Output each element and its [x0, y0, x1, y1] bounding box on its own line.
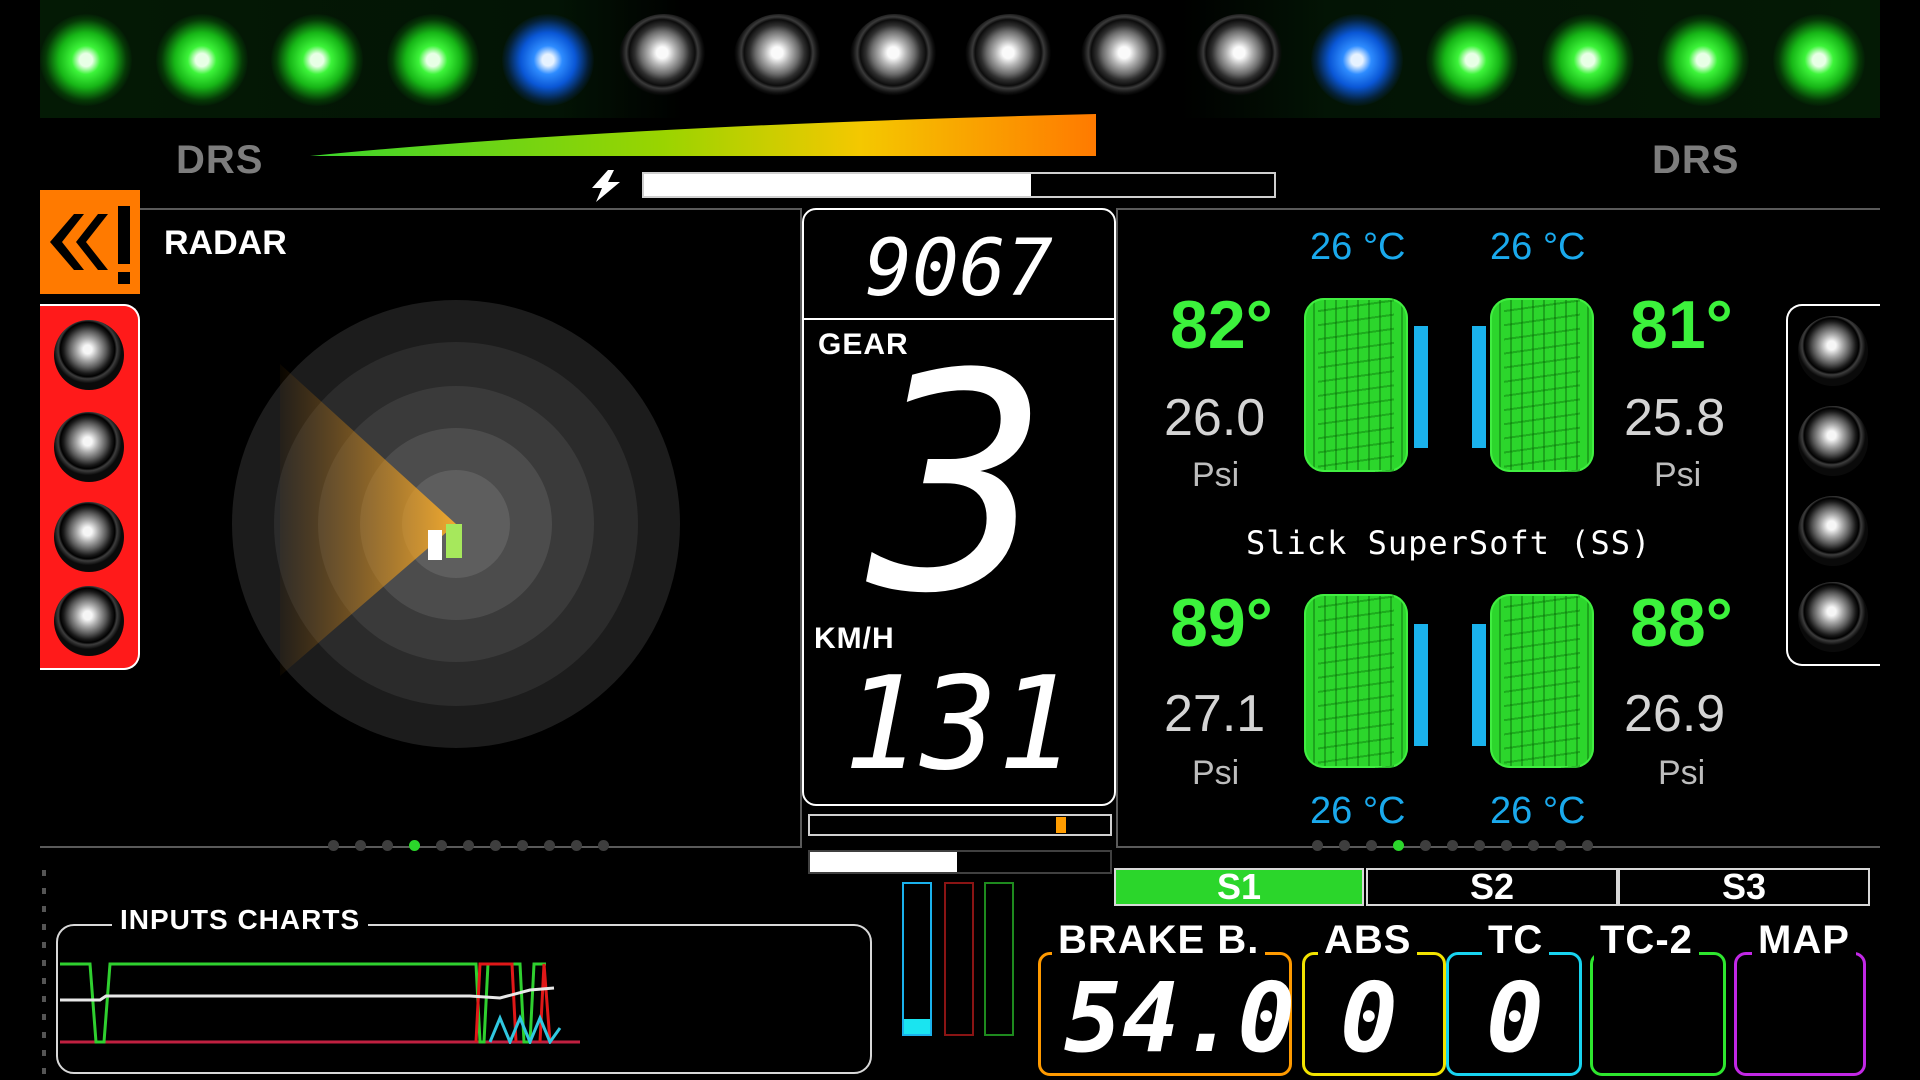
divider	[1116, 208, 1118, 846]
right-button-2[interactable]	[1798, 406, 1868, 476]
shift-led-15	[1657, 14, 1749, 106]
shift-led-11	[1195, 14, 1287, 106]
inputs-chart	[60, 962, 580, 1044]
tyre-rr	[1490, 594, 1594, 768]
brake-bias-value: 54.0	[1064, 962, 1296, 1074]
tyre-rl-pressure: 27.1	[1164, 685, 1266, 743]
tyre-rr-pressure: 26.9	[1624, 685, 1726, 743]
clutch-bar	[902, 882, 932, 1036]
tyre-rr-wear-bar	[1472, 624, 1486, 746]
shift-light-strip	[40, 0, 1880, 118]
radar-own-car	[428, 530, 442, 560]
sector-3: S3	[1618, 868, 1870, 906]
left-button-1[interactable]	[54, 320, 124, 390]
tyre-page-dots[interactable]	[1312, 838, 1609, 856]
left-button-3[interactable]	[54, 502, 124, 572]
right-button-panel	[1786, 304, 1880, 666]
rpm-readout: 9067	[865, 224, 1053, 314]
shift-led-8	[848, 14, 941, 106]
battery-fill	[644, 174, 1032, 196]
tyre-fr-pressure: 25.8	[1624, 389, 1726, 447]
radar-other-car	[446, 524, 462, 558]
inputs-chart-title: INPUTS CHARTS	[112, 904, 369, 936]
shift-led-4	[386, 14, 479, 106]
shift-led-3	[271, 14, 363, 106]
tyre-fl-pressure: 26.0	[1164, 389, 1266, 447]
map-label: MAP	[1752, 918, 1856, 963]
tyre-fl-unit: Psi	[1192, 456, 1240, 494]
drs-right-label: DRS	[1652, 138, 1740, 182]
left-button-2[interactable]	[54, 412, 124, 482]
map-box[interactable]	[1734, 952, 1866, 1076]
shift-led-16	[1772, 14, 1865, 106]
tc-value: 0	[1486, 962, 1544, 1074]
tc2-label: TC-2	[1594, 918, 1699, 963]
clutch-fill	[904, 1019, 930, 1034]
tyre-rl-core-temp: 26 °C	[1310, 790, 1406, 832]
abs-label: ABS	[1318, 918, 1418, 963]
shift-led-5	[502, 14, 594, 106]
right-button-3[interactable]	[1798, 496, 1868, 566]
shift-led-14	[1541, 14, 1634, 106]
gear-readout: 3	[868, 310, 1050, 659]
shift-led-6	[617, 14, 710, 106]
battery-bar	[642, 172, 1276, 198]
tc2-box[interactable]	[1590, 952, 1726, 1076]
shift-led-7	[733, 14, 825, 106]
tyre-rr-core-temp: 26 °C	[1490, 790, 1586, 832]
divider	[40, 208, 800, 210]
tyre-rl-surface-temp: 89°	[1170, 585, 1273, 661]
left-button-panel	[40, 304, 140, 670]
center-gauge: 9067 GEAR 3 KM/H 131	[802, 208, 1116, 806]
radar-page-dots[interactable]	[328, 838, 625, 856]
left-edge-dots	[42, 870, 46, 1076]
tyre-fl	[1304, 298, 1408, 472]
tyre-fl-core-temp: 26 °C	[1310, 226, 1406, 268]
tyre-rl-wear-bar	[1414, 624, 1428, 746]
rpm-gradient-bar	[310, 114, 1096, 156]
tyre-rl-unit: Psi	[1192, 754, 1240, 792]
shift-led-9	[964, 14, 1056, 106]
position-marker	[1056, 817, 1066, 833]
radar-display	[232, 300, 680, 748]
tyre-fr-unit: Psi	[1654, 456, 1702, 494]
right-button-4[interactable]	[1798, 582, 1868, 652]
tyre-fl-wear-bar	[1414, 326, 1428, 448]
tyre-rr-unit: Psi	[1658, 754, 1706, 792]
shift-led-2	[155, 14, 248, 106]
radar-title: RADAR	[164, 224, 287, 262]
tyre-rl	[1304, 594, 1408, 768]
sector-1: S1	[1114, 868, 1364, 906]
tyre-fr-core-temp: 26 °C	[1490, 226, 1586, 268]
tyre-fr	[1490, 298, 1594, 472]
shift-led-12	[1310, 14, 1403, 106]
tyre-fr-surface-temp: 81°	[1630, 287, 1733, 363]
tyre-fr-wear-bar	[1472, 326, 1486, 448]
throttle-bar	[984, 882, 1014, 1036]
shift-led-13	[1426, 14, 1518, 106]
drs-left-label: DRS	[176, 138, 264, 182]
throttle-position-bar	[808, 814, 1112, 836]
abs-value: 0	[1340, 962, 1398, 1074]
tc-label: TC	[1482, 918, 1550, 963]
tyre-rr-surface-temp: 88°	[1630, 585, 1733, 661]
chevron-warning-icon	[40, 190, 140, 294]
left-button-4[interactable]	[54, 586, 124, 656]
brake-bias-label: BRAKE B.	[1052, 918, 1266, 963]
right-button-1[interactable]	[1798, 316, 1868, 386]
lightning-icon	[592, 170, 620, 202]
divider	[1118, 208, 1880, 210]
fuel-fill	[810, 852, 957, 872]
tyre-compound: Slick SuperSoft (SS)	[1246, 524, 1652, 562]
tyre-fl-surface-temp: 82°	[1170, 287, 1273, 363]
fuel-bar	[808, 850, 1112, 874]
shift-led-1	[40, 14, 132, 106]
speed-readout: 131	[843, 650, 1075, 799]
sector-2: S2	[1366, 868, 1618, 906]
brake-bar	[944, 882, 974, 1036]
shift-led-10	[1079, 14, 1172, 106]
